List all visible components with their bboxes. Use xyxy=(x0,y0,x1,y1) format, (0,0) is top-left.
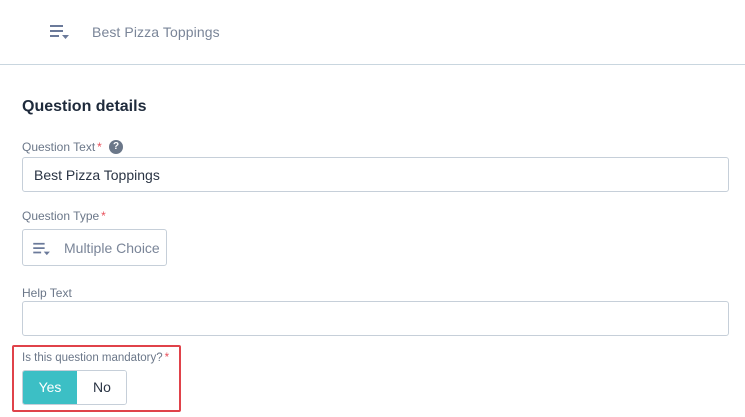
question-type-label: Question Type * xyxy=(22,209,106,223)
mandatory-toggle[interactable]: Yes No xyxy=(22,370,127,405)
list-question-icon xyxy=(33,242,50,256)
help-circle-icon[interactable]: ? xyxy=(109,140,123,154)
help-text-label: Help Text xyxy=(22,286,72,300)
list-question-icon[interactable] xyxy=(50,24,70,40)
required-marker: * xyxy=(101,209,106,223)
question-text-input[interactable] xyxy=(22,157,729,192)
question-text-label: Question Text * xyxy=(22,140,102,154)
section-title: Question details xyxy=(22,98,147,115)
question-type-value: Multiple Choice xyxy=(64,240,160,256)
help-text-label-text: Help Text xyxy=(22,286,72,300)
required-marker: * xyxy=(164,352,170,364)
question-text-label-text: Question Text xyxy=(22,140,96,154)
mandatory-label-text: Is this question mandatory? xyxy=(22,352,163,364)
mandatory-no-button[interactable]: No xyxy=(77,371,126,404)
help-text-input[interactable] xyxy=(22,301,729,336)
mandatory-label: Is this question mandatory? * xyxy=(22,352,169,364)
page-title: Best Pizza Toppings xyxy=(92,24,220,40)
mandatory-yes-button[interactable]: Yes xyxy=(23,371,77,404)
question-type-label-text: Question Type xyxy=(22,209,100,223)
page-header: Best Pizza Toppings xyxy=(0,0,745,65)
required-marker: * xyxy=(97,140,102,154)
question-type-select[interactable]: Multiple Choice xyxy=(22,229,167,266)
